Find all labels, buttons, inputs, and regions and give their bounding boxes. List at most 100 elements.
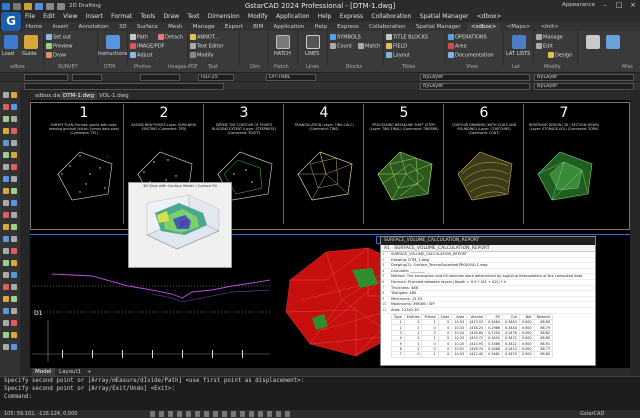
tab-export[interactable]: Export — [221, 23, 247, 31]
linetype-dropdown[interactable]: ByLayer — [534, 74, 634, 81]
calculate-cell[interactable]: Calculate: ________ — [391, 269, 425, 273]
table-cell[interactable]: 88.85 — [533, 351, 554, 358]
table-cell[interactable]: 0.000 — [518, 351, 535, 358]
render-tool-icon[interactable] — [11, 320, 17, 326]
tab-maps[interactable]: <Maps> — [503, 23, 535, 31]
pan-tool-icon[interactable] — [11, 308, 17, 314]
properties-tool-icon[interactable] — [11, 284, 17, 290]
menu-help[interactable]: Help — [315, 12, 335, 22]
minimize-button[interactable]: – — [598, 1, 612, 10]
table-cell[interactable]: 0.3472 — [501, 335, 520, 342]
chamfer-tool-icon[interactable] — [3, 212, 9, 218]
table-cell[interactable]: 0.3470 — [501, 351, 520, 358]
ucs-tool-icon[interactable] — [3, 332, 9, 338]
table-cell[interactable]: 1418.84 — [466, 329, 487, 337]
formula-bar[interactable]: A1 SURFACE_VOLUME_CALCULATION_REPORT — [381, 245, 595, 252]
draw-button[interactable]: Draw — [46, 52, 66, 59]
tab-layout1[interactable]: Layout1 — [56, 368, 84, 376]
layer-state-dropdown[interactable] — [72, 74, 102, 81]
copy-tool-icon[interactable] — [3, 140, 9, 146]
guide-icon[interactable] — [24, 35, 38, 49]
plot-window[interactable]: 3D View with Contour Model / Surface Fil… — [128, 182, 232, 268]
tab-sdbox[interactable]: <sdbox> — [466, 23, 501, 31]
match-properties-tool-icon[interactable] — [11, 296, 17, 302]
misc-tool-2-icon[interactable] — [606, 35, 620, 49]
erase-tool-icon[interactable] — [11, 128, 17, 134]
maximize-button[interactable]: □ — [612, 1, 626, 10]
command-line[interactable]: Specify second point or [Array/mEasure/d… — [0, 376, 640, 410]
tab-express[interactable]: Express — [333, 23, 362, 31]
hatch-tool-icon[interactable] — [3, 128, 9, 134]
lineweight-dropdown[interactable]: ByLayer — [420, 83, 530, 90]
formula-input[interactable]: SURFACE_VOLUME_CALCULATION_REPORT — [394, 246, 489, 251]
menu-format[interactable]: Format — [108, 12, 135, 22]
arc-tool-icon[interactable] — [11, 104, 17, 110]
table-header-cell[interactable]: Balance — [533, 313, 554, 320]
design-button[interactable]: Design — [548, 52, 572, 59]
table-cell[interactable]: 1412.40 — [466, 351, 487, 358]
lines-icon[interactable] — [306, 35, 320, 49]
table-style-dropdown[interactable]: DIT-TABL — [266, 74, 316, 81]
setout-button[interactable]: Set out — [46, 34, 71, 41]
tab-surface[interactable]: Surface — [133, 23, 162, 31]
field-button[interactable]: FIELD — [386, 43, 407, 50]
lat-lists-icon[interactable] — [512, 35, 526, 49]
ellipse-tool-icon[interactable] — [11, 272, 17, 278]
layout-button[interactable]: Layout — [386, 52, 410, 59]
array-tool-icon[interactable] — [11, 152, 17, 158]
table-cell[interactable]: 1419.72 — [466, 335, 487, 342]
scale-tool-icon[interactable] — [3, 176, 9, 182]
tab-init[interactable]: <Init> — [537, 23, 563, 31]
drawing-cell[interactable]: Drawing: DTM_1.dwg — [391, 258, 429, 262]
table-cell[interactable]: 0 — [437, 351, 453, 358]
method-cell[interactable]: Method: The excavation and fill volumes … — [391, 274, 582, 278]
thickness-cell[interactable]: Thickness: 486 — [391, 286, 418, 290]
table-tool-icon[interactable] — [3, 260, 9, 266]
manage-button[interactable]: Manage — [536, 34, 563, 41]
table-header-cell[interactable]: Entities — [403, 313, 423, 320]
settings-tool-icon[interactable] — [11, 344, 17, 350]
guide-button[interactable]: Guide — [22, 51, 37, 57]
triangles-cell[interactable]: Triangles: 480 — [391, 291, 416, 295]
misc-tool-icon[interactable] — [586, 35, 600, 49]
instructions-button[interactable]: Instructions — [98, 51, 127, 57]
lines-button[interactable]: LINES — [305, 51, 319, 57]
match-button[interactable]: Match — [358, 43, 380, 50]
edit-button[interactable]: Edit — [536, 43, 553, 50]
doc-tab-vol-1[interactable]: VOL-1.dwg — [96, 92, 132, 100]
table-cell[interactable]: 7 — [391, 351, 405, 358]
stretch-tool-icon[interactable] — [11, 176, 17, 182]
hatch-icon[interactable] — [276, 35, 290, 49]
table-cell[interactable]: 1413.93 — [466, 340, 487, 347]
table-cell[interactable]: 1 — [421, 351, 439, 358]
adjust-button[interactable]: Adjust — [130, 52, 153, 59]
current-layer-dropdown[interactable] — [24, 83, 224, 90]
operations-button[interactable]: OPERATIONS — [448, 34, 487, 41]
command-prompt[interactable]: Command: — [0, 393, 640, 401]
tab-application[interactable]: Application — [270, 23, 309, 31]
text-editor-button[interactable]: Text Editor — [190, 43, 224, 50]
point-tool-icon[interactable] — [11, 248, 17, 254]
detach-button[interactable]: Detach — [158, 34, 183, 41]
mirror-tool-icon[interactable] — [11, 140, 17, 146]
extend-tool-icon[interactable] — [11, 188, 17, 194]
rectangle-tool-icon[interactable] — [3, 116, 9, 122]
minimums-cell[interactable]: Minimums: 15.53 — [391, 297, 422, 301]
tab-spatial-manager[interactable]: Spatial Manager — [412, 23, 465, 31]
view-tool-icon[interactable] — [11, 332, 17, 338]
menu-dimension[interactable]: Dimension — [205, 12, 243, 22]
orbit-tool-icon[interactable] — [3, 320, 9, 326]
maximums-cell[interactable]: Maximums: 398.86 / SIP — [391, 302, 435, 306]
color-dropdown[interactable]: ByLayer — [420, 74, 530, 81]
table-cell[interactable]: 0.3478 — [501, 329, 520, 337]
table-cell[interactable]: 1416.70 — [466, 345, 487, 353]
menu-dbox[interactable]: <dbox> — [474, 12, 505, 22]
tab-3d[interactable]: 3D — [115, 23, 131, 31]
region-tool-icon[interactable] — [11, 260, 17, 266]
annot-button[interactable]: ANNOT... — [190, 34, 219, 41]
menu-text[interactable]: Text — [184, 12, 202, 22]
instructions-icon[interactable] — [106, 35, 120, 49]
symbols-button[interactable]: SYMBOLS — [330, 34, 361, 41]
move-tool-icon[interactable] — [3, 164, 9, 170]
table-cell[interactable]: 0.3443 — [501, 318, 520, 326]
